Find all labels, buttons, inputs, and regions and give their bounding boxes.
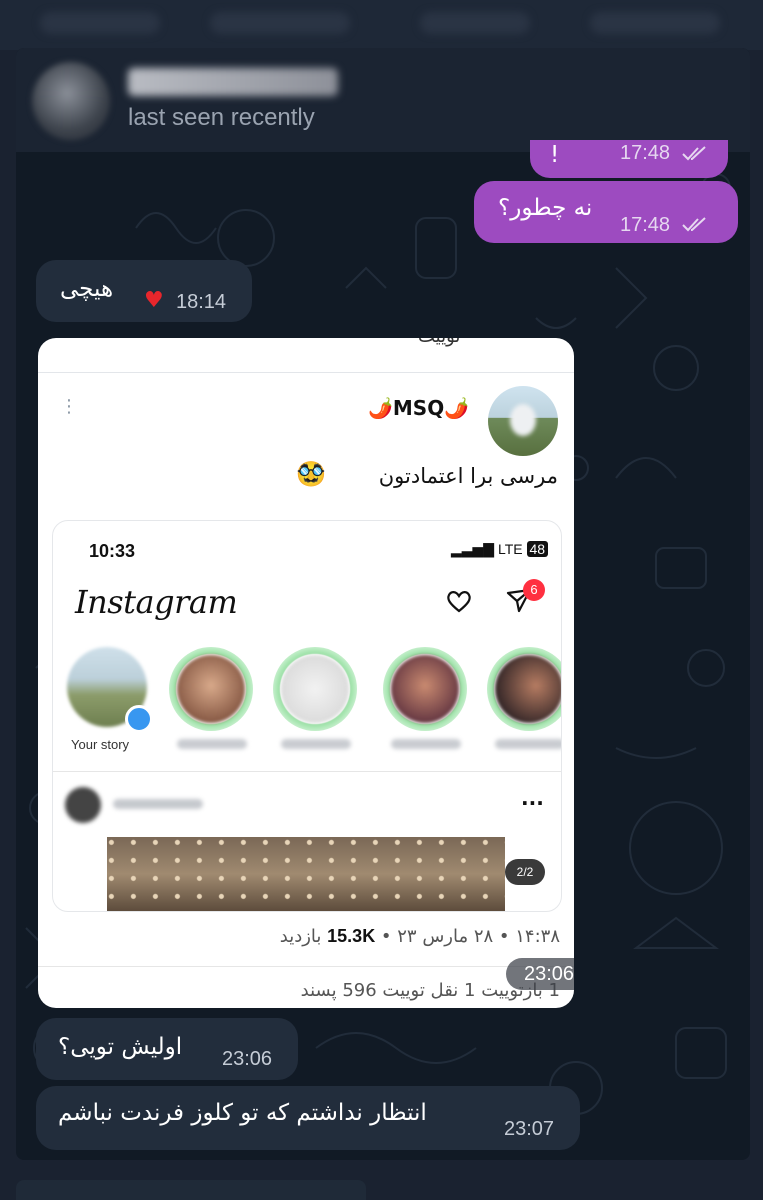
message-bubble-outgoing[interactable]: ! 17:48 xyxy=(530,140,728,178)
divider xyxy=(53,771,561,772)
chat-window: last seen recently ! 17:48 نه چطور؟ 17:4… xyxy=(16,48,750,1160)
message-time: 17:48 xyxy=(620,142,671,164)
phone-status-bar: ▂▃▅▇ LTE 48 xyxy=(451,541,549,558)
message-time: 18:14 xyxy=(176,291,227,313)
blurred-tab xyxy=(420,12,530,34)
heart-icon xyxy=(447,591,471,613)
story-avatar xyxy=(169,647,253,731)
story-avatar xyxy=(273,647,357,731)
message-text: اولیش تویی؟ xyxy=(58,1034,183,1060)
tweet-meta: ۱۴:۳۸ • ۲۸ مارس ۲۳ • 15.3K بازدید xyxy=(280,926,560,947)
instagram-logo: Instagram xyxy=(75,583,238,621)
contact-avatar[interactable] xyxy=(32,62,110,140)
tweet-author-name: 🌶️MSQ🌶️ xyxy=(368,396,470,420)
message-bubble-outgoing[interactable]: نه چطور؟ 17:48 xyxy=(474,181,738,243)
blurred-tab xyxy=(590,12,720,34)
top-strip xyxy=(0,0,763,50)
contact-name-blurred xyxy=(128,68,338,96)
notification-badge: 6 xyxy=(523,579,545,601)
tweet-text: مرسی برا اعتمادتون xyxy=(378,464,558,488)
battery-icon: 48 xyxy=(526,541,549,557)
post-author-avatar xyxy=(65,787,101,823)
chat-header[interactable]: last seen recently xyxy=(16,48,750,152)
phone-clock: 10:33 xyxy=(89,541,136,561)
network-label: LTE xyxy=(497,541,523,557)
tweet-author-avatar xyxy=(488,386,558,456)
divider xyxy=(38,966,574,967)
double-check-icon xyxy=(682,217,706,232)
instagram-screenshot: 10:33 ▂▃▅▇ LTE 48 Instagram 6 Your story xyxy=(52,520,562,912)
signal-icon: ▂▃▅▇ xyxy=(451,541,495,557)
double-check-icon xyxy=(682,146,706,161)
your-story-label: Your story xyxy=(71,737,130,752)
story-avatar xyxy=(487,647,561,731)
message-text: هیچی xyxy=(60,276,114,302)
bottom-bar xyxy=(16,1180,366,1200)
blurred-tab xyxy=(40,12,160,34)
blurred-username xyxy=(281,739,351,749)
screenshot-image-message[interactable]: توییت 🌶️MSQ🌶️ ⋮ مرسی برا اعتمادتون 🥸😄 10… xyxy=(38,338,574,1008)
message-time: 23:06 xyxy=(222,1048,273,1070)
tweet-emoji: 🥸😄 xyxy=(296,460,351,488)
message-bubble-incoming[interactable]: اولیش تویی؟ 23:06 xyxy=(36,1018,298,1080)
tweet-page-title: توییت xyxy=(418,338,460,347)
blurred-username xyxy=(113,799,203,809)
more-options-icon: ··· xyxy=(521,791,544,815)
message-text: ! xyxy=(550,142,560,168)
message-bubble-incoming[interactable]: هیچی ♥ 18:14 xyxy=(36,260,252,322)
message-text: نه چطور؟ xyxy=(498,195,593,221)
heart-reaction-icon[interactable]: ♥ xyxy=(144,290,164,312)
blurred-tab xyxy=(210,12,350,34)
tweet-views-label: بازدید xyxy=(279,926,328,947)
your-story-avatar xyxy=(67,647,153,733)
tweet-views-count: 15.3K xyxy=(327,926,376,946)
message-time: 23:06 xyxy=(506,958,574,990)
last-seen-status: last seen recently xyxy=(128,104,315,131)
message-text: انتظار نداشتم که تو کلوز فرندت نباشم xyxy=(58,1100,427,1126)
story-avatar xyxy=(383,647,467,731)
blurred-username xyxy=(177,739,247,749)
message-time: 23:07 xyxy=(504,1118,555,1140)
more-options-icon: ⋮ xyxy=(60,396,78,417)
tweet-page-header: توییت xyxy=(38,338,574,373)
message-time: 17:48 xyxy=(620,214,671,236)
post-image xyxy=(107,837,505,911)
message-bubble-incoming[interactable]: انتظار نداشتم که تو کلوز فرندت نباشم 23:… xyxy=(36,1086,580,1150)
carousel-counter: 2/2 xyxy=(505,859,545,885)
tweet-date: ۱۴:۳۸ • ۲۸ مارس ۲۳ • xyxy=(375,926,560,947)
blurred-username xyxy=(495,739,561,749)
blurred-username xyxy=(391,739,461,749)
